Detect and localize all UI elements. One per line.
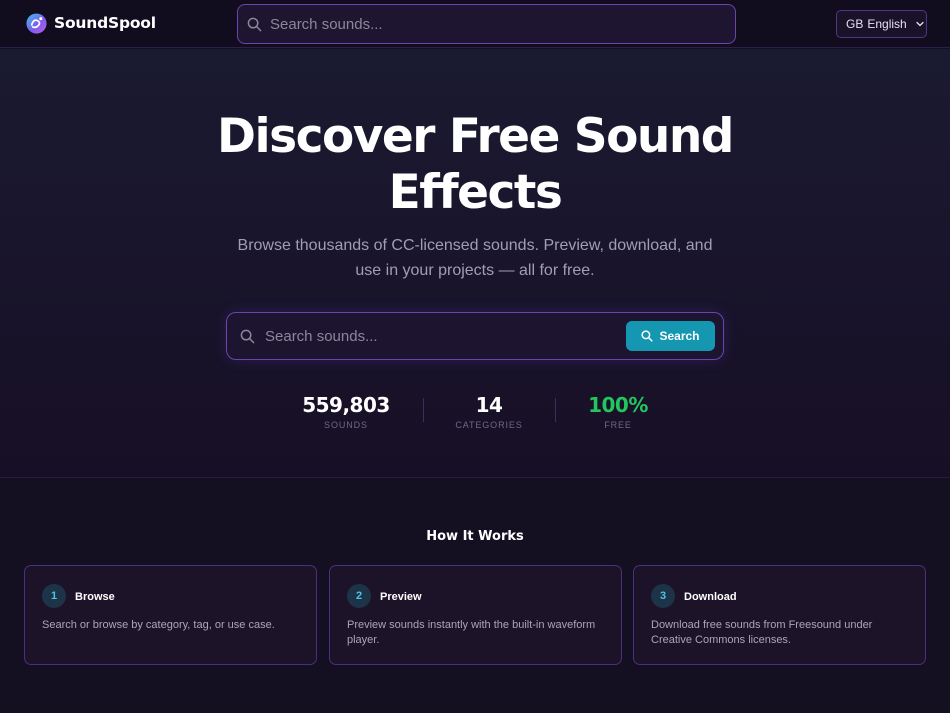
hero-section: Discover Free Sound Effects Browse thous… <box>0 49 950 478</box>
hero-subtitle: Browse thousands of CC-licensed sounds. … <box>225 234 725 283</box>
step-description: Download free sounds from Freesound unde… <box>651 619 873 646</box>
step-card-preview: 2 Preview Preview sounds instantly with … <box>329 565 622 665</box>
stat-free: 100% FREE <box>553 392 683 430</box>
step-card-download: 3 Download Download free sounds from Fre… <box>633 565 926 665</box>
step-number-badge: 3 <box>651 584 675 608</box>
stat-value: 559,803 <box>302 393 390 417</box>
hero-search-bar: Search <box>226 312 724 360</box>
stats-row: 559,803 SOUNDS 14 CATEGORIES 100% FREE <box>0 392 950 434</box>
step-title: Download <box>684 591 737 603</box>
brand-name: SoundSpool <box>54 14 156 32</box>
step-card-browse: 1 Browse Search or browse by category, t… <box>24 565 317 665</box>
step-description: Preview sounds instantly with the built-… <box>347 619 596 646</box>
top-navigation-bar: SoundSpool GB English <box>0 0 950 48</box>
hero-subtitle-line1: Browse thousands of CC-licensed sounds. … <box>237 237 713 254</box>
hero-search-input[interactable] <box>255 313 626 359</box>
chevron-down-icon <box>916 21 924 27</box>
step-number-badge: 1 <box>42 584 66 608</box>
hero-title-line2: Effects <box>388 165 563 220</box>
stat-value: 14 <box>475 393 503 417</box>
stat-value: 100% <box>588 393 648 417</box>
hero-title-line1: Discover Free Sound <box>217 109 734 164</box>
search-button-label: Search <box>659 329 700 343</box>
stat-sounds: 559,803 SOUNDS <box>281 392 411 430</box>
step-number-badge: 2 <box>347 584 371 608</box>
step-title: Preview <box>380 591 422 603</box>
how-it-works-title: How It Works <box>426 529 524 544</box>
stat-categories: 14 CATEGORIES <box>424 392 554 430</box>
step-title: Browse <box>75 591 115 603</box>
nav-search-bar <box>237 4 736 44</box>
search-icon <box>641 330 654 342</box>
language-selector[interactable]: GB English <box>836 10 927 38</box>
step-description: Search or browse by category, tag, or us… <box>42 619 275 631</box>
search-icon <box>240 329 255 343</box>
search-icon <box>247 17 262 31</box>
hero-title: Discover Free Sound Effects <box>0 109 950 221</box>
hero-subtitle-line2: use in your projects — all for free. <box>355 261 595 279</box>
stat-label: CATEGORIES <box>455 420 523 430</box>
search-button[interactable]: Search <box>626 321 715 351</box>
language-label: English <box>867 17 907 31</box>
logo-sound-swirl-icon <box>26 12 47 34</box>
stat-label: SOUNDS <box>324 420 368 430</box>
stat-label: FREE <box>604 420 632 430</box>
language-flag: GB <box>846 17 864 31</box>
brand-home-link[interactable]: SoundSpool <box>25 11 156 35</box>
nav-search-input[interactable] <box>262 5 735 43</box>
